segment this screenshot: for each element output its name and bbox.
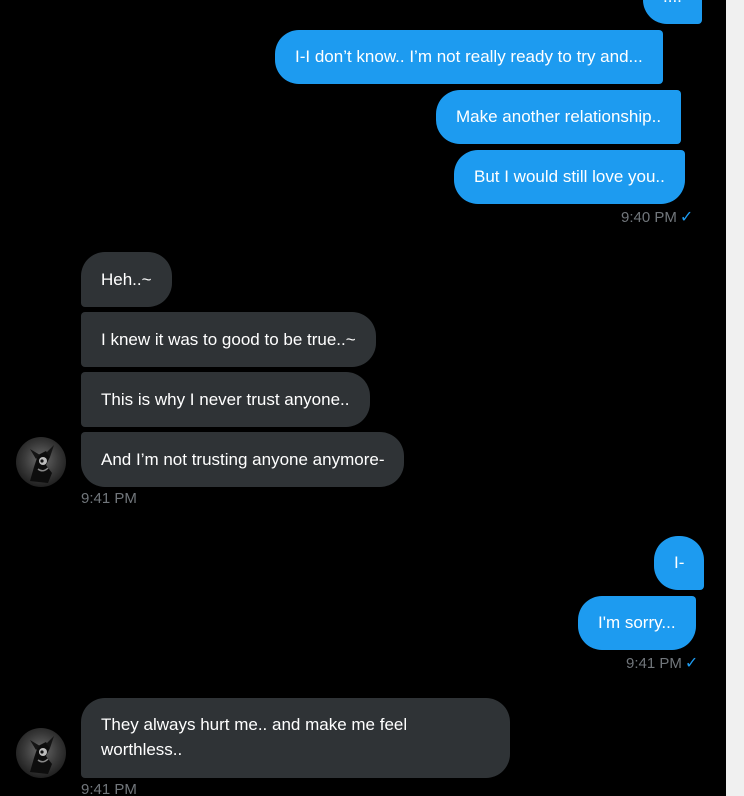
message-text: I-I don’t know.. I’m not really ready to… xyxy=(295,47,643,66)
outgoing-message[interactable]: Make another relationship.. xyxy=(436,90,682,144)
scrollbar[interactable] xyxy=(726,0,744,796)
message-timestamp: 9:40 PM ✓ xyxy=(621,209,694,226)
outgoing-message[interactable]: I-I don’t know.. I’m not really ready to… xyxy=(275,30,663,84)
message-text: I'm sorry... xyxy=(598,613,676,632)
avatar-image xyxy=(30,736,54,774)
avatar-image xyxy=(30,445,54,483)
incoming-message[interactable]: I knew it was to good to be true..~ xyxy=(81,312,376,367)
message-timestamp: 9:41 PM ✓ xyxy=(626,655,699,672)
avatar[interactable] xyxy=(16,437,66,487)
message-text: .... xyxy=(663,0,682,6)
incoming-message[interactable]: And I’m not trusting anyone anymore- xyxy=(81,432,405,487)
message-text: I knew it was to good to be true..~ xyxy=(101,330,356,349)
outgoing-message[interactable]: I'm sorry... xyxy=(578,596,696,650)
message-text: I- xyxy=(674,553,685,572)
message-text: Make another relationship.. xyxy=(456,107,662,126)
checkmark-icon: ✓ xyxy=(684,655,699,672)
message-timestamp: 9:41 PM xyxy=(81,490,137,507)
message-timestamp: 9:41 PM xyxy=(81,781,137,796)
message-text: And I’m not trusting anyone anymore- xyxy=(101,450,385,469)
outgoing-message[interactable]: I- xyxy=(654,536,705,590)
message-text: They always hurt me.. and make me feel w… xyxy=(101,715,408,759)
outgoing-message[interactable]: But I would still love you.. xyxy=(454,150,685,204)
message-thread[interactable]: .... I-I don’t know.. I’m not really rea… xyxy=(0,0,726,796)
incoming-message[interactable]: They always hurt me.. and make me feel w… xyxy=(81,698,510,778)
avatar[interactable] xyxy=(16,728,66,778)
message-text: This is why I never trust anyone.. xyxy=(101,390,350,409)
checkmark-icon: ✓ xyxy=(679,209,694,226)
incoming-message[interactable]: This is why I never trust anyone.. xyxy=(81,372,370,427)
message-text: Heh..~ xyxy=(101,270,152,289)
message-text: But I would still love you.. xyxy=(474,167,665,186)
incoming-message[interactable]: Heh..~ xyxy=(81,252,172,307)
outgoing-message[interactable]: .... xyxy=(643,0,702,24)
